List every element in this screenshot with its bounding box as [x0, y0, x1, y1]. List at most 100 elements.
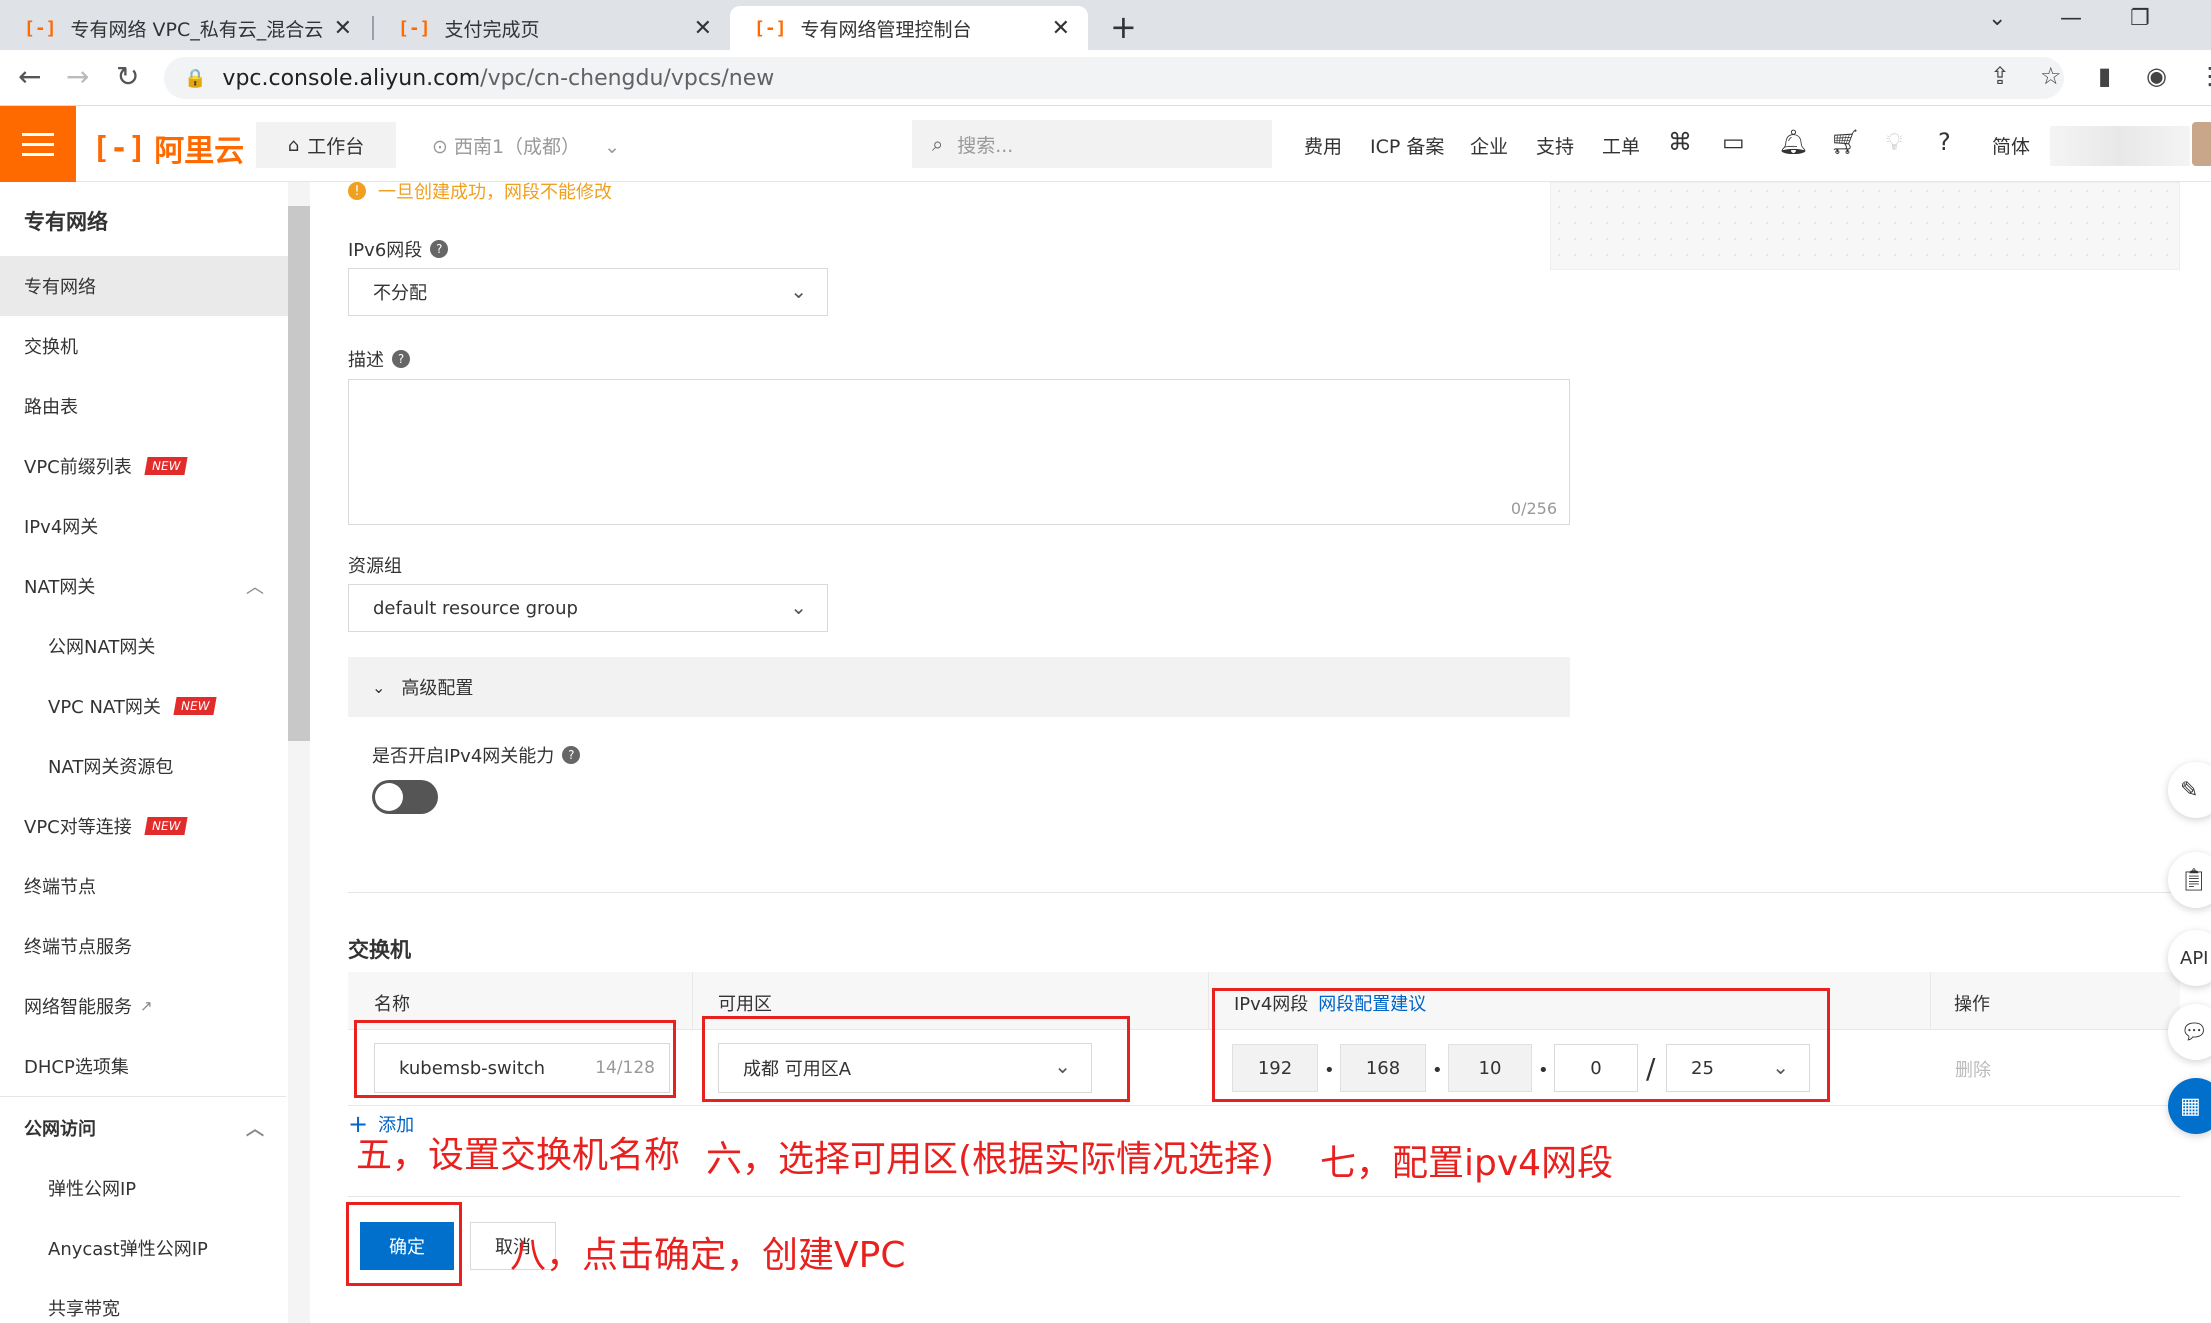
- avatar[interactable]: [2192, 122, 2211, 166]
- nav-icp[interactable]: ICP 备案: [1370, 132, 1444, 159]
- description-label-text: 描述: [348, 350, 384, 371]
- sidebar-item-eip[interactable]: 弹性公网IP: [0, 1158, 288, 1218]
- nav-enterprise[interactable]: 企业: [1470, 132, 1508, 159]
- tab-search-icon[interactable]: ⌄: [1988, 6, 2006, 31]
- sidebar-scrollbar-thumb[interactable]: [288, 206, 310, 741]
- lock-icon: 🔒: [184, 67, 207, 89]
- chevron-down-icon: ⌄: [372, 677, 386, 697]
- sidebar-item-prefix-list[interactable]: VPC前缀列表 NEW: [0, 436, 288, 496]
- sidebar-item-label: 终端节点: [24, 877, 96, 898]
- description-counter: 0/256: [1510, 499, 1557, 518]
- col-action: 操作: [1954, 994, 1990, 1015]
- advanced-config-toggle[interactable]: ⌄ 高级配置: [348, 657, 1570, 717]
- new-tab-button[interactable]: +: [1110, 8, 1137, 46]
- tab-title: 支付完成页: [444, 18, 540, 41]
- sidebar-item-shared-bandwidth[interactable]: 共享带宽: [0, 1278, 288, 1323]
- column-divider: [1930, 972, 1931, 1030]
- profile-icon[interactable]: ◉: [2146, 62, 2167, 90]
- annotation-step8: 八，点击确定，创建VPC: [510, 1235, 906, 1276]
- aliyun-logo-mark: [-]: [92, 130, 147, 166]
- description-textarea[interactable]: 0/256: [348, 379, 1570, 525]
- sidebar-item-vpc-nat[interactable]: VPC NAT网关 NEW: [0, 676, 288, 736]
- sidebar-item-vpc-peering[interactable]: VPC对等连接 NEW: [0, 796, 288, 856]
- browser-tab-active[interactable]: [-] 专有网络管理控制台 ✕: [730, 6, 1088, 50]
- sidebar-item-label: VPC前缀列表: [24, 457, 132, 478]
- nav-fee[interactable]: 费用: [1304, 132, 1342, 159]
- global-search[interactable]: ⌕ 搜索...: [912, 120, 1272, 168]
- tab-title: 专有网络 VPC_私有云_混合云架: [70, 18, 324, 41]
- annotation-box-zone: [702, 1016, 1130, 1102]
- delete-row-link[interactable]: 删除: [1955, 1056, 1991, 1082]
- share-icon[interactable]: ⇪: [1990, 62, 2010, 90]
- description-label: 描述?: [348, 346, 410, 372]
- bookmark-star-icon[interactable]: ☆: [2040, 62, 2062, 90]
- bell-icon[interactable]: 🔔︎: [1778, 128, 1808, 156]
- ipv6-label-text: IPv6网段: [348, 240, 423, 261]
- sidebar-item-nat-gateway[interactable]: NAT网关 ︿: [0, 556, 288, 616]
- hamburger-menu-icon[interactable]: [0, 106, 76, 182]
- browser-tab[interactable]: [-] 支付完成页 ✕: [374, 6, 730, 50]
- new-badge: NEW: [144, 817, 188, 835]
- sidepanel-icon[interactable]: ▮: [2098, 62, 2111, 90]
- help-icon[interactable]: ?: [430, 240, 449, 258]
- api-icon[interactable]: ⌘: [1668, 128, 1692, 156]
- sidebar-item-ipv4-gateway[interactable]: IPv4网关: [0, 496, 288, 556]
- sidebar-item-label: 路由表: [24, 397, 78, 418]
- sidebar-divider: [0, 1096, 286, 1097]
- ipv4-gateway-switch[interactable]: [372, 780, 438, 814]
- help-icon[interactable]: ?: [562, 746, 581, 764]
- sidebar-item-dhcp[interactable]: DHCP选项集: [0, 1036, 288, 1096]
- address-bar: ← → ↻ 🔒 vpc.console.aliyun.com /vpc/cn-c…: [0, 50, 2211, 106]
- sidebar-item-label: 公网访问: [24, 1119, 96, 1140]
- sidebar-item-vswitch[interactable]: 交换机: [0, 316, 288, 376]
- sidebar-item-label: 专有网络: [24, 277, 96, 298]
- sidebar-group-public-access[interactable]: 公网访问 ︿: [0, 1098, 288, 1158]
- browser-menu-icon[interactable]: ⋮: [2198, 62, 2211, 90]
- ipv6-label: IPv6网段?: [348, 236, 449, 262]
- home-icon: ⌂: [287, 134, 300, 156]
- sidebar-item-label: 网络智能服务: [24, 997, 132, 1018]
- forward-icon[interactable]: →: [66, 60, 89, 93]
- minimize-icon[interactable]: —: [2060, 6, 2082, 31]
- account-name-blurred[interactable]: [2050, 126, 2190, 166]
- help-icon[interactable]: ?: [392, 350, 410, 368]
- annotation-step7: 七，配置ipv4网段: [1320, 1143, 1614, 1184]
- aliyun-logo[interactable]: [-] 阿里云: [92, 126, 244, 170]
- sidebar-item-nat-package[interactable]: NAT网关资源包: [0, 736, 288, 796]
- new-badge: NEW: [173, 697, 217, 715]
- nav-ticket[interactable]: 工单: [1602, 132, 1640, 159]
- decorative-grid-panel: [1550, 182, 2180, 270]
- sidebar-item-label: Anycast弹性公网IP: [48, 1239, 208, 1260]
- search-placeholder: 搜索...: [957, 134, 1014, 157]
- reload-icon[interactable]: ↻: [116, 60, 139, 93]
- sidebar-item-endpoint[interactable]: 终端节点: [0, 856, 288, 916]
- sidebar-item-label: 弹性公网IP: [48, 1179, 137, 1200]
- sidebar-title: 专有网络: [24, 210, 108, 234]
- region-selector[interactable]: ⊙ 西南1（成都） ⌄: [432, 132, 620, 159]
- close-icon[interactable]: ✕: [334, 16, 352, 41]
- chevron-down-icon: ⌄: [790, 595, 807, 619]
- help-icon[interactable]: ?: [1938, 128, 1951, 156]
- lightbulb-icon[interactable]: 💡︎: [1886, 128, 1903, 156]
- workbench-button[interactable]: ⌂ 工作台: [256, 122, 396, 168]
- sidebar-item-public-nat[interactable]: 公网NAT网关: [0, 616, 288, 676]
- sidebar-item-route-table[interactable]: 路由表: [0, 376, 288, 436]
- sidebar-item-anycast-eip[interactable]: Anycast弹性公网IP: [0, 1218, 288, 1278]
- terminal-icon[interactable]: ▭: [1722, 128, 1745, 156]
- sidebar-item-endpoint-service[interactable]: 终端节点服务: [0, 916, 288, 976]
- sidebar-item-label: 公网NAT网关: [48, 637, 156, 658]
- resource-group-select[interactable]: default resource group ⌄: [348, 584, 828, 632]
- language-switch[interactable]: 简体: [1992, 132, 2030, 159]
- ipv6-select[interactable]: 不分配 ⌄: [348, 268, 828, 316]
- nav-support[interactable]: 支持: [1536, 132, 1574, 159]
- sidebar-item-network-intelligence[interactable]: 网络智能服务 ↗: [0, 976, 288, 1036]
- browser-tab[interactable]: [-] 专有网络 VPC_私有云_混合云架 ✕: [0, 6, 370, 50]
- cart-icon[interactable]: 🛒︎: [1830, 128, 1860, 156]
- url-field[interactable]: 🔒 vpc.console.aliyun.com /vpc/cn-chengdu…: [164, 57, 2064, 99]
- sidebar-item-vpc[interactable]: 专有网络: [0, 256, 288, 316]
- close-icon[interactable]: ✕: [1052, 16, 1070, 41]
- restore-icon[interactable]: ❐: [2130, 6, 2150, 31]
- back-icon[interactable]: ←: [18, 60, 41, 93]
- close-icon[interactable]: ✕: [694, 16, 712, 41]
- switch-knob: [375, 783, 403, 811]
